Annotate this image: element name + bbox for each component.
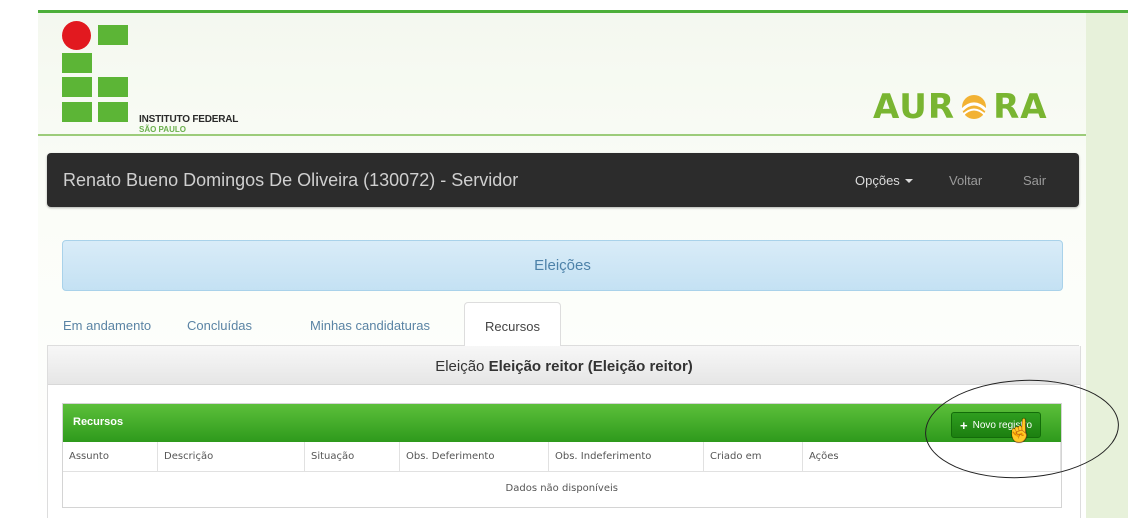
tab-recursos[interactable]: Recursos: [464, 302, 561, 347]
recursos-box: Recursos + Novo registro Assunto Descriç…: [62, 403, 1062, 508]
aurora-sun-icon: [961, 95, 988, 119]
election-prefix: Eleição: [435, 358, 485, 375]
table-header-row: Assunto Descrição Situação Obs. Deferime…: [63, 442, 1061, 472]
panel-header: Eleição Eleição reitor (Eleição reitor): [48, 346, 1080, 385]
eleicoes-banner: Eleições: [62, 240, 1063, 291]
voltar-link[interactable]: Voltar: [949, 173, 982, 188]
col-assunto[interactable]: Assunto: [63, 442, 158, 472]
logo-square: [62, 77, 92, 97]
empty-message: Dados não disponíveis: [505, 482, 618, 494]
logo-square: [62, 53, 92, 73]
banner-title: Eleições: [534, 257, 591, 274]
user-name: Renato Bueno Domingos De Oliveira (13007…: [63, 170, 519, 190]
opcoes-label: Opções: [855, 173, 900, 188]
recursos-title: Recursos: [73, 416, 124, 428]
sair-link[interactable]: Sair: [1023, 173, 1046, 188]
caret-down-icon: [904, 178, 913, 183]
table-row: Dados não disponíveis: [63, 472, 1061, 505]
logo-square: [98, 77, 128, 97]
recursos-header-bar: Recursos + Novo registro: [63, 404, 1061, 442]
aurora-logo: AUR RA: [873, 85, 1048, 129]
logo-square: [98, 25, 128, 45]
tab-em-andamento[interactable]: Em andamento: [63, 318, 151, 333]
col-obs-indeferimento[interactable]: Obs. Indeferimento: [548, 442, 704, 472]
col-obs-deferimento[interactable]: Obs. Deferimento: [399, 442, 549, 472]
tab-recursos-label: Recursos: [485, 319, 540, 334]
logo-square: [98, 102, 128, 122]
header-divider: [38, 134, 1086, 136]
aurora-text-left: AUR: [873, 87, 956, 127]
tab-concluidas[interactable]: Concluídas: [187, 318, 252, 333]
site-header: INSTITUTO FEDERAL SÃO PAULO AUR RA: [38, 13, 1086, 138]
col-criado-em[interactable]: Criado em: [703, 442, 803, 472]
col-descricao[interactable]: Descrição: [157, 442, 305, 472]
logo-text-line2: SÃO PAULO: [139, 125, 186, 134]
logo-text-line1: INSTITUTO FEDERAL: [139, 114, 239, 125]
col-situacao[interactable]: Situação: [304, 442, 400, 472]
opcoes-dropdown[interactable]: Opções: [855, 173, 913, 188]
recursos-table: Assunto Descrição Situação Obs. Deferime…: [63, 442, 1061, 504]
if-logo[interactable]: INSTITUTO FEDERAL SÃO PAULO: [62, 19, 262, 134]
logo-red-dot: [62, 21, 91, 50]
election-title: Eleição Eleição reitor (Eleição reitor): [48, 358, 1080, 375]
tab-minhas-candidaturas[interactable]: Minhas candidaturas: [310, 318, 430, 333]
election-name: Eleição reitor (Eleição reitor): [488, 358, 693, 375]
aurora-text-right: RA: [993, 87, 1048, 127]
hand-cursor-icon: ☝: [1006, 418, 1034, 443]
top-navbar: Renato Bueno Domingos De Oliveira (13007…: [47, 153, 1079, 207]
logo-square: [62, 102, 92, 122]
